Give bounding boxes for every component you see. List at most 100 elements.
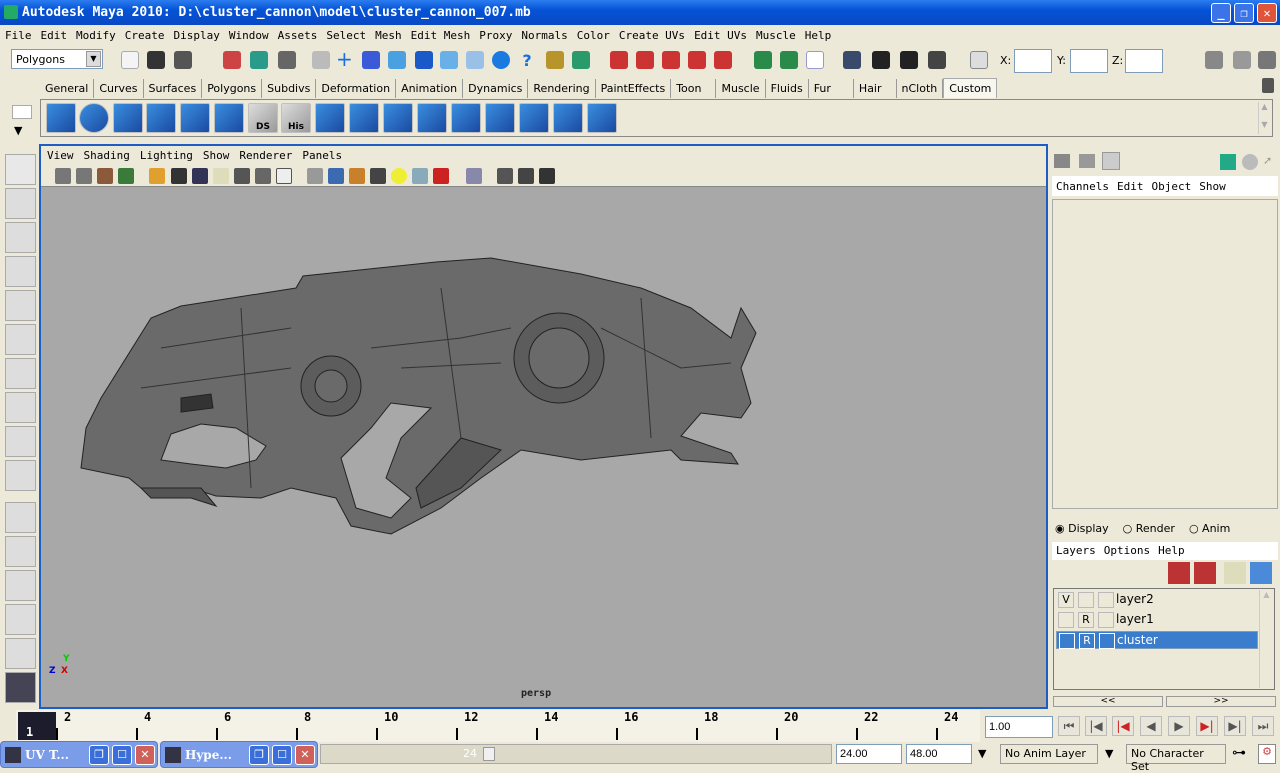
shelf-dropdown-icon[interactable]: ▼ bbox=[14, 124, 22, 137]
camera-attributes-icon[interactable] bbox=[76, 168, 92, 184]
shading-icon[interactable] bbox=[1242, 154, 1258, 170]
shelf-menu-icon[interactable] bbox=[12, 105, 32, 119]
textured-icon[interactable] bbox=[349, 168, 365, 184]
tab-fluids[interactable]: Fluids bbox=[766, 79, 809, 98]
shelf-tool-icon[interactable] bbox=[349, 103, 379, 133]
move-layer-up-icon[interactable] bbox=[1168, 562, 1190, 584]
tab-custom[interactable]: Custom bbox=[943, 78, 998, 98]
image-plane-icon[interactable] bbox=[118, 168, 134, 184]
perspective-viewport[interactable]: View Shading Lighting Show Renderer Panels bbox=[39, 144, 1048, 709]
menu-file[interactable]: File bbox=[0, 27, 36, 42]
anim-radio[interactable]: ○ Anim bbox=[1189, 522, 1230, 535]
options-menu[interactable]: Options bbox=[1100, 544, 1154, 557]
panel-menu-show[interactable]: Show bbox=[197, 146, 234, 162]
close-button[interactable]: ✕ bbox=[1257, 3, 1277, 23]
layer-color-swatch[interactable] bbox=[1099, 633, 1115, 649]
show-manipulator-icon[interactable] bbox=[5, 426, 36, 457]
tab-surfaces[interactable]: Surfaces bbox=[144, 79, 203, 98]
magnet-icon[interactable] bbox=[610, 51, 628, 69]
shelf-tool-icon[interactable] bbox=[46, 103, 76, 133]
input-ops-icon[interactable] bbox=[754, 51, 772, 69]
resolution-gate-icon[interactable] bbox=[192, 168, 208, 184]
tab-general[interactable]: General bbox=[40, 79, 95, 98]
xray-components-icon[interactable] bbox=[539, 168, 555, 184]
z-field[interactable] bbox=[1125, 49, 1163, 73]
menu-display[interactable]: Display bbox=[169, 27, 224, 42]
new-scene-icon[interactable] bbox=[121, 51, 139, 69]
shelf-his-icon[interactable]: His bbox=[281, 103, 311, 133]
step-forward-key-button[interactable]: ▶| bbox=[1196, 716, 1218, 736]
new-layer-selected-icon[interactable] bbox=[1250, 562, 1272, 584]
tab-subdivs[interactable]: Subdivs bbox=[262, 79, 317, 98]
select-object-icon[interactable] bbox=[250, 51, 268, 69]
maximize-button[interactable]: ❐ bbox=[1234, 3, 1254, 23]
step-back-key-button[interactable]: |◀ bbox=[1112, 716, 1134, 736]
select-hierarchy-icon[interactable] bbox=[223, 51, 241, 69]
rotate-tool-icon[interactable] bbox=[5, 290, 36, 321]
shelf-tool-icon[interactable] bbox=[417, 103, 447, 133]
panel-menu-lighting[interactable]: Lighting bbox=[134, 146, 197, 162]
current-time-field[interactable] bbox=[985, 716, 1053, 738]
render-sphere-icon[interactable] bbox=[492, 51, 510, 69]
shelf-tool-icon[interactable] bbox=[146, 103, 176, 133]
field-chart-icon[interactable] bbox=[234, 168, 250, 184]
select-tool-icon[interactable] bbox=[5, 154, 36, 185]
construction-history-icon[interactable] bbox=[806, 51, 824, 69]
shelf-scrollbar[interactable]: ▲ ▼ bbox=[1258, 102, 1270, 134]
current-frame-marker[interactable]: 1 bbox=[18, 712, 56, 740]
magnet-icon[interactable] bbox=[688, 51, 706, 69]
preferences-icon[interactable]: ⚙ bbox=[1258, 744, 1276, 764]
tab-rendering[interactable]: Rendering bbox=[528, 79, 596, 98]
tab-toon[interactable]: Toon bbox=[671, 79, 717, 98]
shelf-ds-icon[interactable]: DS bbox=[248, 103, 278, 133]
restore-button[interactable]: ❐ bbox=[89, 745, 109, 765]
x-field[interactable] bbox=[1014, 49, 1052, 73]
layer-row-layer1[interactable]: R layer1 bbox=[1056, 611, 1258, 629]
menu-set-dropdown[interactable]: Polygons ▼ bbox=[11, 49, 103, 69]
layer-type-toggle[interactable]: R bbox=[1079, 633, 1095, 649]
graph-layout-icon[interactable] bbox=[5, 604, 36, 635]
step-back-frame-button[interactable]: |◀ bbox=[1085, 716, 1107, 736]
maximize-button[interactable]: ☐ bbox=[272, 745, 292, 765]
menu-edit-mesh[interactable]: Edit Mesh bbox=[406, 27, 475, 42]
character-set-dropdown[interactable]: No Character Set bbox=[1126, 744, 1226, 773]
wireframe-icon[interactable] bbox=[307, 168, 323, 184]
high-quality-icon[interactable] bbox=[433, 168, 449, 184]
menu-help[interactable]: Help bbox=[800, 27, 836, 42]
menu-modify[interactable]: Modify bbox=[71, 27, 120, 42]
shelf-tool-icon[interactable] bbox=[383, 103, 413, 133]
lock-icon[interactable] bbox=[546, 51, 564, 69]
cannon-model[interactable] bbox=[41, 188, 1046, 707]
menu-proxy[interactable]: Proxy bbox=[474, 27, 516, 42]
all-lights-icon[interactable] bbox=[391, 168, 407, 184]
history-icon[interactable] bbox=[466, 51, 484, 69]
display-radio[interactable]: ◉ Display bbox=[1055, 522, 1109, 535]
help-menu[interactable]: Help bbox=[1154, 544, 1189, 557]
chevron-down-icon[interactable]: ▼ bbox=[978, 747, 986, 760]
shelf-tool-icon[interactable] bbox=[113, 103, 143, 133]
outliner-layout-icon[interactable] bbox=[5, 570, 36, 601]
isolate-select-icon[interactable] bbox=[466, 168, 482, 184]
shelf-tool-icon[interactable] bbox=[451, 103, 481, 133]
time-slider[interactable]: 1 2 4 6 8 10 12 14 16 18 20 22 24 bbox=[16, 710, 980, 742]
range-slider[interactable]: 24 bbox=[320, 744, 832, 764]
move-layer-down-icon[interactable] bbox=[1194, 562, 1216, 584]
restore-button[interactable]: ❐ bbox=[249, 745, 269, 765]
gate-mask-icon[interactable] bbox=[213, 168, 229, 184]
shelf-tool-icon[interactable] bbox=[553, 103, 583, 133]
shelf-tool-icon[interactable] bbox=[214, 103, 244, 133]
taskbar-window-uv-texture-editor[interactable]: UV T... ❐ ☐ ✕ bbox=[0, 741, 158, 768]
layers-menu[interactable]: Layers bbox=[1052, 544, 1100, 557]
channel-show-menu[interactable]: Show bbox=[1195, 180, 1230, 193]
help-icon[interactable]: ? bbox=[518, 51, 536, 70]
menu-select[interactable]: Select bbox=[321, 27, 370, 42]
channel-box-icon[interactable] bbox=[1054, 154, 1070, 168]
move-tool-icon[interactable] bbox=[5, 256, 36, 287]
layer-color-swatch[interactable] bbox=[1098, 612, 1114, 628]
ipr-render-icon[interactable] bbox=[900, 51, 918, 69]
close-button[interactable]: ✕ bbox=[295, 745, 315, 765]
channel-edit-menu[interactable]: Edit bbox=[1113, 180, 1148, 193]
menu-assets[interactable]: Assets bbox=[273, 27, 322, 42]
magnet-icon[interactable] bbox=[714, 51, 732, 69]
go-to-end-button[interactable]: ⏭ bbox=[1252, 716, 1274, 736]
